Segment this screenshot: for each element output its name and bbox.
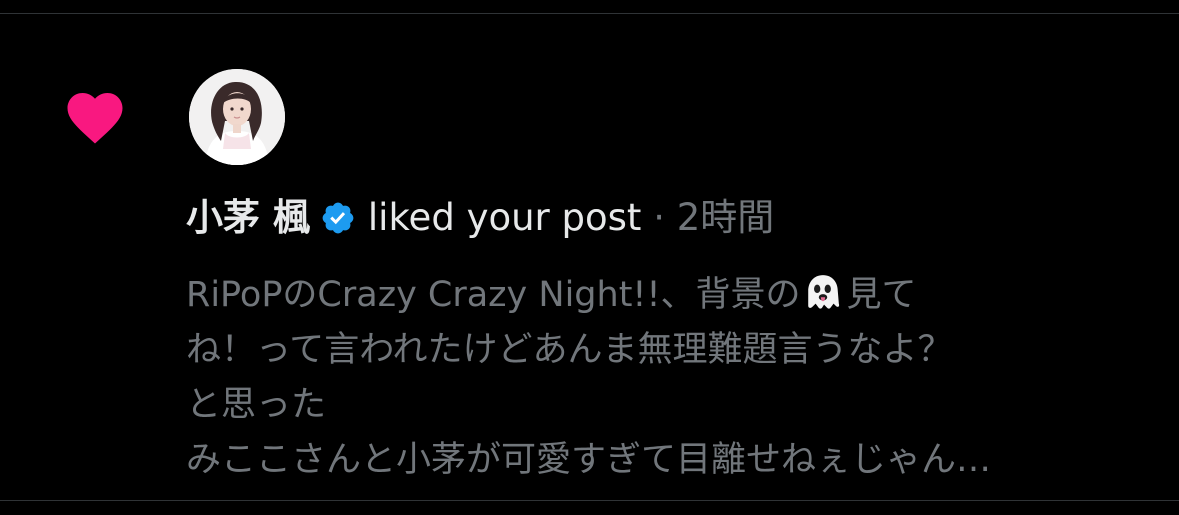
post-line-3: と思った — [186, 385, 327, 425]
separator: · — [653, 196, 665, 239]
ghost-icon — [808, 275, 840, 309]
like-notification[interactable]: 小茅 楓 liked your post · 2時間 RiPoPのCrazy C… — [0, 14, 1179, 500]
post-line-1-end: 見て — [846, 275, 917, 315]
avatar-image — [189, 69, 285, 165]
user-name[interactable]: 小茅 楓 — [186, 190, 310, 246]
verified-badge-icon — [322, 202, 354, 234]
post-snippet[interactable]: RiPoPのCrazy Crazy Night!!、背景の 見て ね！って言われ… — [186, 268, 1166, 488]
avatar[interactable] — [189, 69, 285, 165]
heart-icon — [67, 93, 123, 144]
timestamp: 2時間 — [676, 196, 775, 239]
post-line-4: みここさんと小茅が可愛すぎて目離せねぇじゃん… — [186, 440, 992, 480]
post-line-1-text: RiPoPのCrazy Crazy Night!!、背景の — [186, 275, 801, 315]
post-line-1: RiPoPのCrazy Crazy Night!!、背景の 見て — [186, 268, 1166, 323]
notification-headline: 小茅 楓 liked your post · 2時間 — [186, 190, 774, 246]
post-line-2: ね！って言われたけどあんま無理難題言うなよ？ — [186, 330, 953, 370]
bottom-divider — [0, 500, 1179, 501]
action-text: liked your post — [367, 196, 642, 239]
